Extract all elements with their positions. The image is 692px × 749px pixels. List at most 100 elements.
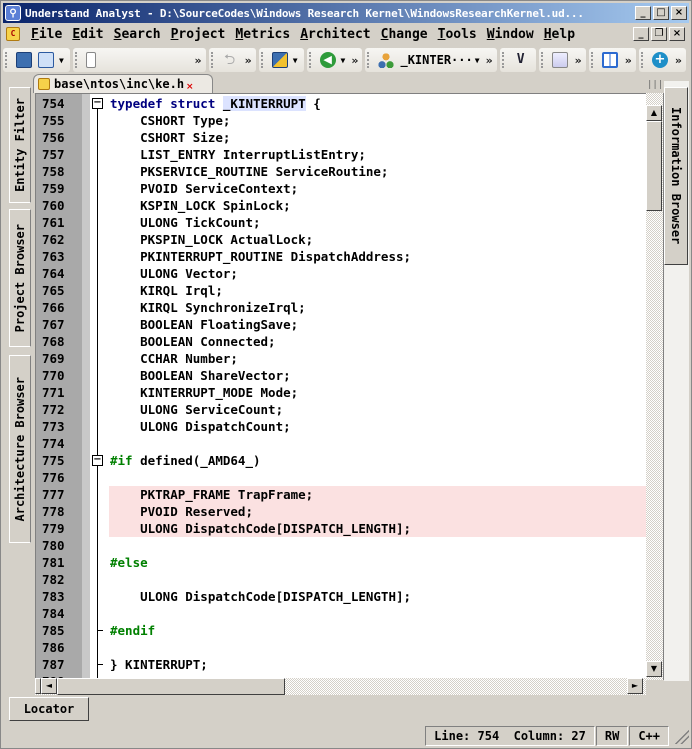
split-view-icon[interactable]: [601, 52, 618, 68]
tab-project-browser[interactable]: Project Browser: [9, 209, 31, 347]
redo-icon[interactable]: ⮌: [222, 52, 238, 68]
code-line[interactable]: 772 ULONG ServiceCount;: [36, 401, 646, 418]
code-line[interactable]: 775 − #if defined(_AMD64_): [36, 452, 646, 469]
editor-file-tab[interactable]: base\ntos\inc\ke.h ×: [33, 74, 213, 93]
scroll-left-button[interactable]: ◄: [41, 678, 57, 694]
toolbar-grip[interactable]: [590, 52, 594, 68]
code-line[interactable]: 782: [36, 571, 646, 588]
menu-project[interactable]: Project: [166, 27, 231, 42]
scroll-up-button[interactable]: ▲: [646, 105, 662, 121]
fold-collapse-icon[interactable]: −: [92, 455, 103, 466]
code-line[interactable]: 786: [36, 639, 646, 656]
code-line[interactable]: 783 ULONG DispatchCode[DISPATCH_LENGTH];: [36, 588, 646, 605]
dropdown-arrow-icon[interactable]: ▼: [59, 56, 64, 65]
document-menu-icon[interactable]: C: [6, 27, 20, 41]
new-project-icon[interactable]: [16, 52, 32, 68]
menu-edit[interactable]: Edit: [67, 27, 108, 42]
menu-change[interactable]: Change: [376, 27, 433, 42]
toolbar-grip[interactable]: [540, 52, 544, 68]
tab-information-browser[interactable]: Information Browser: [664, 87, 688, 265]
menu-window[interactable]: Window: [482, 27, 539, 42]
add-icon[interactable]: +: [651, 52, 668, 68]
toolbar-grip[interactable]: [74, 52, 78, 68]
toolbar-grip[interactable]: [260, 52, 264, 68]
mdi-restore-button[interactable]: ❐: [651, 27, 667, 41]
vertical-scroll-thumb[interactable]: [646, 121, 662, 211]
code-line[interactable]: 765 KIRQL Irql;: [36, 282, 646, 299]
close-button[interactable]: ×: [671, 6, 687, 20]
code-line[interactable]: 760 KSPIN_LOCK SpinLock;: [36, 197, 646, 214]
minimize-button[interactable]: _: [635, 6, 651, 20]
toolbar-grip[interactable]: [501, 52, 505, 68]
code-line[interactable]: 769 CCHAR Number;: [36, 350, 646, 367]
code-line[interactable]: 774: [36, 435, 646, 452]
horizontal-scrollbar[interactable]: ◄ ►: [35, 678, 646, 695]
toolbar-overflow-chevron[interactable]: »: [245, 54, 252, 67]
toolbar-grip[interactable]: [210, 52, 214, 68]
tab-entity-filter[interactable]: Entity Filter: [9, 87, 31, 203]
code-line[interactable]: 754 − typedef struct _KINTERRUPT {: [36, 95, 646, 112]
tab-locator[interactable]: Locator: [9, 697, 89, 721]
toolbar-overflow-chevron[interactable]: »: [486, 54, 493, 67]
code-line[interactable]: 764 ULONG Vector;: [36, 265, 646, 282]
menu-file[interactable]: File: [26, 27, 67, 42]
toolbar-overflow-chevron[interactable]: »: [625, 54, 632, 67]
scroll-right-button[interactable]: ►: [627, 678, 643, 694]
code-line[interactable]: 780: [36, 537, 646, 554]
report-icon[interactable]: [551, 52, 568, 68]
entity-combo-dropdown-icon[interactable]: ▼: [475, 56, 480, 65]
toolbar-overflow-chevron[interactable]: »: [575, 54, 582, 67]
code-line[interactable]: 768 BOOLEAN Connected;: [36, 333, 646, 350]
toolbar-grip[interactable]: [308, 52, 312, 68]
analyze-icon[interactable]: [271, 52, 288, 68]
entity-combo[interactable]: _KINTER···: [400, 53, 472, 67]
toolbar-grip[interactable]: [367, 52, 370, 68]
scroll-down-button[interactable]: ▼: [646, 661, 662, 677]
code-line[interactable]: 773 ULONG DispatchCount;: [36, 418, 646, 435]
vertical-scrollbar[interactable]: ▲ ▼: [646, 93, 663, 680]
code-line[interactable]: 770 BOOLEAN ShareVector;: [36, 367, 646, 384]
v-pencil-icon[interactable]: V: [513, 52, 529, 68]
maximize-button[interactable]: □: [653, 6, 669, 20]
mdi-close-button[interactable]: ×: [669, 27, 685, 41]
fold-collapse-icon[interactable]: −: [92, 98, 103, 109]
code-line[interactable]: 759 PVOID ServiceContext;: [36, 180, 646, 197]
code-line[interactable]: 761 ULONG TickCount;: [36, 214, 646, 231]
toolbar-overflow-chevron[interactable]: »: [195, 54, 202, 67]
back-arrow-icon[interactable]: ◀: [319, 52, 336, 68]
menu-help[interactable]: Help: [539, 27, 580, 42]
code-line[interactable]: 784: [36, 605, 646, 622]
toolbar-overflow-chevron[interactable]: »: [351, 54, 358, 67]
menu-architect[interactable]: Architect: [295, 27, 375, 42]
code-line[interactable]: 758 PKSERVICE_ROUTINE ServiceRoutine;: [36, 163, 646, 180]
code-line[interactable]: 767 BOOLEAN FloatingSave;: [36, 316, 646, 333]
resize-grip[interactable]: [673, 728, 689, 744]
code-line[interactable]: 779 ULONG DispatchCode[DISPATCH_LENGTH];: [36, 520, 646, 537]
code-line[interactable]: 778 PVOID Reserved;: [36, 503, 646, 520]
toolbar-grip[interactable]: [640, 52, 644, 68]
menu-metrics[interactable]: Metrics: [230, 27, 295, 42]
code-line[interactable]: 787} KINTERRUPT;: [36, 656, 646, 673]
code-line[interactable]: 776: [36, 469, 646, 486]
menu-search[interactable]: Search: [109, 27, 166, 42]
dropdown-arrow-icon[interactable]: ▼: [293, 56, 298, 65]
code-line[interactable]: 771 KINTERRUPT_MODE Mode;: [36, 384, 646, 401]
toolbar-grip[interactable]: [5, 52, 8, 68]
code-line[interactable]: 777 PKTRAP_FRAME TrapFrame;: [36, 486, 646, 503]
menu-tools[interactable]: Tools: [433, 27, 482, 42]
dropdown-arrow-icon[interactable]: ▼: [341, 56, 346, 65]
code-line[interactable]: 766 KIRQL SynchronizeIrql;: [36, 299, 646, 316]
tab-bar-grip[interactable]: |||: [647, 80, 663, 90]
code-line[interactable]: 755 CSHORT Type;: [36, 112, 646, 129]
code-line[interactable]: 781 #else: [36, 554, 646, 571]
open-book-icon[interactable]: [38, 52, 54, 68]
tab-architecture-browser[interactable]: Architecture Browser: [9, 355, 31, 543]
code-line[interactable]: 785 #endif: [36, 622, 646, 639]
code-editor[interactable]: 754− typedef struct _KINTERRUPT {755 CSHO…: [35, 93, 664, 680]
code-line[interactable]: 762 PKSPIN_LOCK ActualLock;: [36, 231, 646, 248]
code-line[interactable]: 763 PKINTERRUPT_ROUTINE DispatchAddress;: [36, 248, 646, 265]
code-line[interactable]: 756 CSHORT Size;: [36, 129, 646, 146]
code-line[interactable]: 757 LIST_ENTRY InterruptListEntry;: [36, 146, 646, 163]
new-file-icon[interactable]: [85, 52, 96, 68]
toolbar-overflow-chevron[interactable]: »: [675, 54, 682, 67]
